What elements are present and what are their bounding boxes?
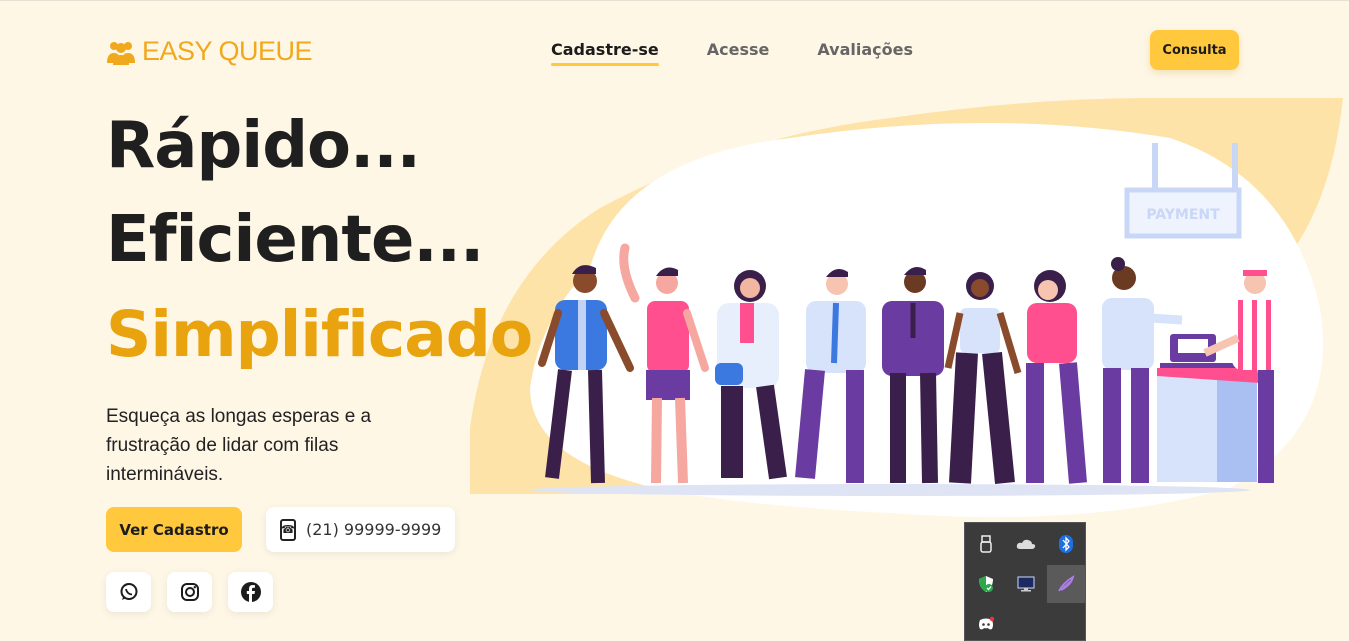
logo[interactable]: EASY QUEUE xyxy=(106,36,313,67)
bluetooth-icon[interactable] xyxy=(1047,525,1085,563)
whatsapp-icon xyxy=(120,583,137,600)
display-icon[interactable] xyxy=(1007,565,1045,603)
phone-icon: ☎ xyxy=(280,518,296,541)
nav-acesse[interactable]: Acesse xyxy=(707,40,770,63)
people-icon xyxy=(107,41,135,65)
hero-description: Esqueça as longas esperas e a frustração… xyxy=(106,406,372,485)
headline-eficiente: Eficiente... xyxy=(106,203,484,277)
nav-cadastre-se[interactable]: Cadastre-se xyxy=(551,40,659,66)
instagram-button[interactable] xyxy=(167,572,212,612)
ver-cadastro-button[interactable]: Ver Cadastro xyxy=(106,507,242,552)
feather-icon[interactable] xyxy=(1047,565,1085,603)
top-border xyxy=(0,0,1349,1)
whatsapp-button[interactable] xyxy=(106,572,151,612)
headline-rapido: Rápido... xyxy=(106,109,421,183)
phone-contact[interactable]: ☎ (21) 99999-9999 xyxy=(266,507,455,552)
system-tray-overflow xyxy=(964,522,1086,641)
onedrive-icon[interactable] xyxy=(1007,525,1045,563)
logo-text: EASY QUEUE xyxy=(142,36,313,66)
headline-simplificado: Simplificado xyxy=(106,298,533,371)
instagram-icon xyxy=(180,583,199,601)
facebook-button[interactable] xyxy=(228,572,273,612)
facebook-icon xyxy=(240,582,261,602)
security-icon[interactable] xyxy=(967,565,1005,603)
nav-avaliacoes[interactable]: Avaliações xyxy=(817,40,913,63)
discord-icon[interactable] xyxy=(967,605,1005,641)
consulta-button[interactable]: Consulta xyxy=(1150,30,1239,70)
queue-illustration: PAYMENT xyxy=(470,98,1343,518)
usb-icon[interactable] xyxy=(967,525,1005,563)
phone-number: (21) 99999-9999 xyxy=(306,520,442,539)
main-nav: Cadastre-se Acesse Avaliações xyxy=(551,40,913,66)
payment-sign-text: PAYMENT xyxy=(1146,207,1220,223)
